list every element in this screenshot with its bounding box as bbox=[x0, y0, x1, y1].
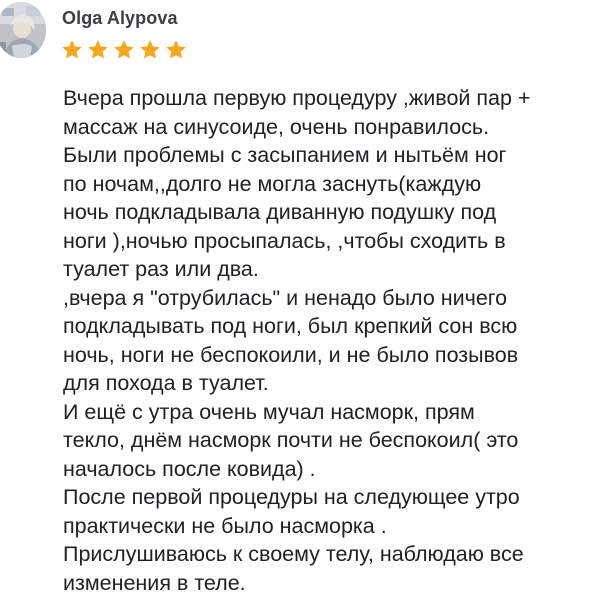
review-text-line: изменения в теле. bbox=[63, 570, 246, 595]
review-text-line: подкладывать под ноги, был крепкий сон в… bbox=[63, 314, 518, 338]
review-text-line: массаж на синусоиде, очень понравилось. bbox=[63, 114, 490, 139]
review-text-line: Были проблемы с засыпанием и нытьём ног bbox=[63, 143, 507, 167]
review-text-line: И ещё с утра очень мучал насморк, прям bbox=[63, 399, 475, 424]
review-text-line: по ночам,,долго не могла заснуть(каждую bbox=[63, 171, 482, 196]
star-icon bbox=[114, 40, 134, 59]
user-avatar-photo bbox=[0, 2, 46, 58]
review-text-line: текло, днём насморк почти не беспокоил( … bbox=[63, 428, 519, 452]
review-text-line: туалет раз или два. bbox=[63, 257, 259, 281]
review-text-line: Прислушиваюсь к своему телу, наблюдаю вс… bbox=[63, 542, 524, 566]
review-text-line: ноги ),ночью просыпалась, ,чтобы сходить… bbox=[63, 228, 506, 253]
star-icon bbox=[166, 40, 186, 59]
review-author-name[interactable]: Olga Alypova bbox=[62, 8, 178, 29]
review-text-line: ночь подкладывала диванную подушку под bbox=[63, 200, 497, 224]
review-text-line: ,вчера я "отрубилась" и ненадо было ниче… bbox=[63, 285, 508, 310]
review-text-line: практически не было насморка . bbox=[63, 513, 387, 538]
star-icon bbox=[88, 40, 108, 59]
review-text: Вчера прошла первую процедуру ,живой пар… bbox=[63, 84, 568, 597]
avatar[interactable] bbox=[0, 2, 46, 58]
review-text-line: ночь, ноги не беспокоили, и не было позы… bbox=[63, 342, 519, 367]
review-text-line: После первой процедуры на следующее утро bbox=[63, 485, 520, 509]
review-text-line: для похода в туалет. bbox=[63, 371, 269, 395]
star-icon bbox=[140, 40, 160, 59]
review-text-line: началось после ковида) . bbox=[63, 456, 316, 481]
review-text-line: Вчера прошла первую процедуру ,живой пар… bbox=[63, 86, 531, 110]
review-card: Olga Alypova Вчера прошла первую процеду… bbox=[0, 0, 590, 606]
star-icon bbox=[62, 40, 82, 59]
star-rating bbox=[60, 38, 188, 62]
